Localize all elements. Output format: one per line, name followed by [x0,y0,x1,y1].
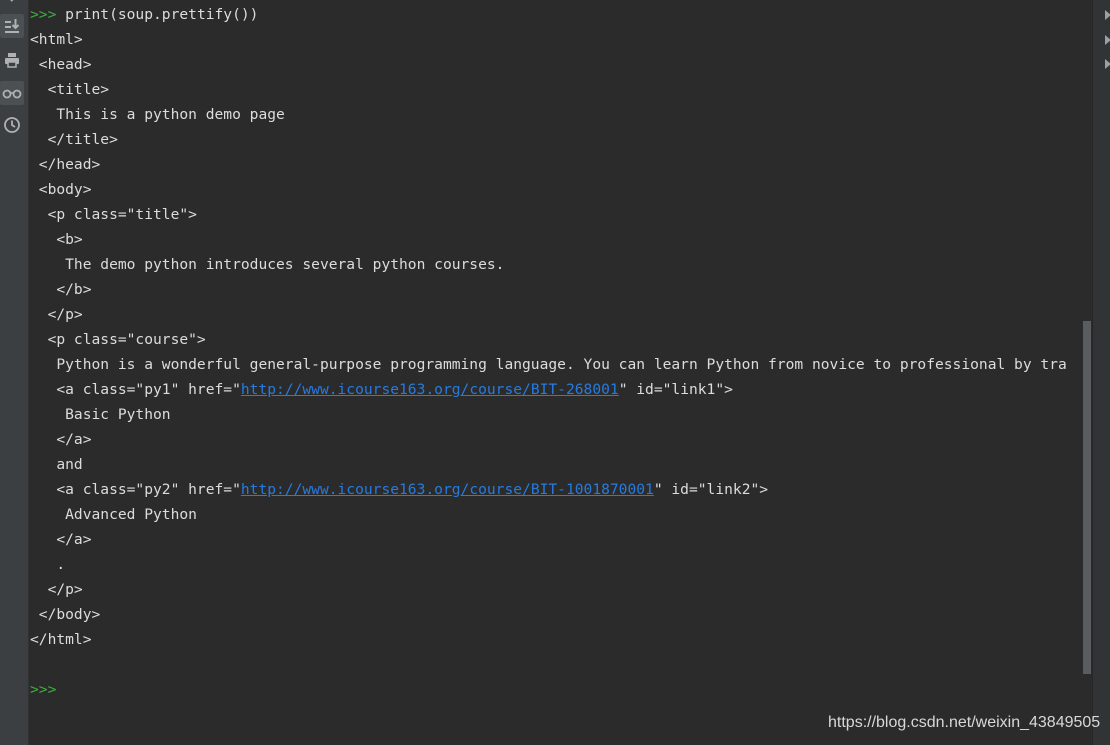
console-line: The demo python introduces several pytho… [30,256,505,273]
python-console[interactable]: >>> print(soup.prettify()) <html> <head>… [30,2,1080,745]
console-line: <head> [30,56,92,73]
scroll-to-end-icon[interactable] [0,14,24,38]
console-line: </body> [30,606,101,623]
console-line: </a> [30,431,92,448]
console-line: <a class="py2" href="http://www.icourse1… [30,477,1080,502]
console-line: <p class="title"> [30,206,197,223]
console-line: </b> [30,281,92,298]
console-line: </html> [30,631,92,648]
console-line: Basic Python [30,406,171,423]
history-icon[interactable] [0,113,24,137]
console-prompt: >>> [30,6,57,23]
console-line: This is a python demo page [30,106,285,123]
link2-prefix: <a class="py2" href=" [30,481,241,498]
link1-prefix: <a class="py1" href=" [30,381,241,398]
console-line: </title> [30,131,118,148]
expand-arrow-icon[interactable] [1105,35,1110,45]
console-line: </head> [30,156,101,173]
console-input-line[interactable]: >>> [30,677,1080,702]
console-line: . [30,556,66,573]
link2-suffix: " id="link2"> [653,481,769,498]
console-line: </p> [30,306,83,323]
show-variables-icon[interactable] [0,81,24,105]
console-line: </a> [30,531,92,548]
console-command: print(soup.prettify()) [56,6,259,23]
console-line: <p class="course"> [30,331,206,348]
watermark: https://blog.csdn.net/weixin_43849505 [828,714,1101,731]
right-tool-strip [1092,0,1110,745]
console-toolbar [0,0,29,745]
console-line: and [30,456,83,473]
console-line: >>> print(soup.prettify()) [30,2,1080,27]
course-link-advanced[interactable]: http://www.icourse163.org/course/BIT-100… [241,481,654,498]
course-link-basic[interactable]: http://www.icourse163.org/course/BIT-268… [241,381,619,398]
console-line: <body> [30,181,92,198]
console-input-prompt: >>> [30,681,57,698]
console-line: </p> [30,581,83,598]
console-line: <a class="py1" href="http://www.icourse1… [30,377,1080,402]
console-line: <b> [30,231,83,248]
console-line: Advanced Python [30,506,197,523]
print-icon[interactable] [0,48,24,72]
expand-arrow-icon[interactable] [1105,59,1110,69]
console-line: Python is a wonderful general-purpose pr… [30,356,1067,373]
console-line: <html> [30,31,83,48]
rerun-icon[interactable] [0,0,24,10]
console-line: <title> [30,81,110,98]
link1-suffix: " id="link1"> [618,381,733,398]
expand-arrow-icon[interactable] [1105,10,1110,20]
vertical-scrollbar-thumb[interactable] [1083,321,1091,674]
